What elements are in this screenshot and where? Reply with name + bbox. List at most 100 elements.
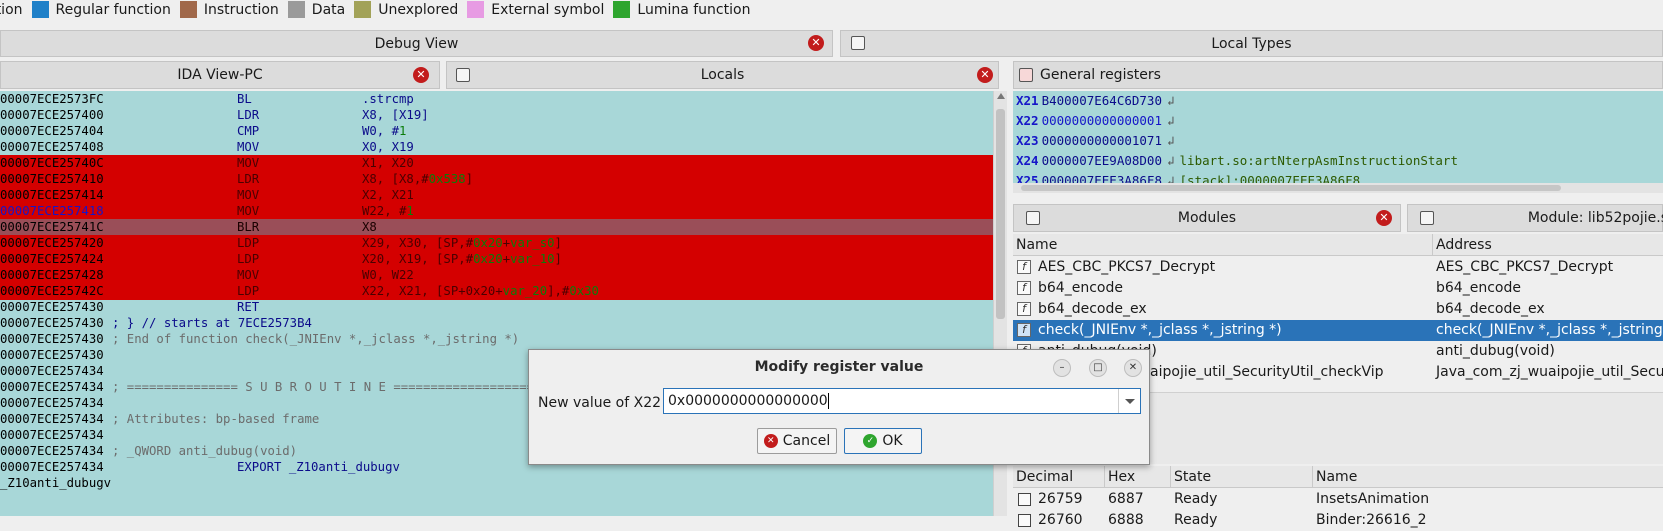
- disasm-line[interactable]: 00007ECE257430 ; } // starts at 7ECE2573B…: [0, 315, 993, 332]
- register-value[interactable]: B400007E64C6D730: [1042, 93, 1162, 108]
- register-value-input[interactable]: 0x0000000000000000: [663, 388, 1141, 414]
- scroll-thumb[interactable]: [996, 109, 1005, 319]
- column-name[interactable]: Name: [1013, 234, 1433, 256]
- instruction-address: 00007ECE25740C: [0, 156, 104, 170]
- jump-arrow-icon[interactable]: ↲: [1167, 93, 1175, 108]
- disasm-line[interactable]: 00007ECE257430 ; End of function check(_J…: [0, 331, 993, 348]
- instruction-address: 00007ECE25742C: [0, 284, 104, 298]
- instruction-mnemonic: LDP: [237, 284, 260, 298]
- disasm-line[interactable]: 00007ECE257408 MOV X0, X19: [0, 139, 993, 156]
- disasm-line[interactable]: _Z10anti_dubugv: [0, 475, 993, 492]
- instruction-address: 00007ECE257434: [0, 460, 104, 474]
- legend-label: Unexplored: [378, 1, 459, 18]
- disasm-line[interactable]: 00007ECE25741C BLR X8: [0, 219, 993, 236]
- function-row[interactable]: f b64_encode b64_encode: [1013, 278, 1663, 299]
- scroll-up-icon[interactable]: [997, 93, 1005, 99]
- instruction-address: 00007ECE25741C: [0, 220, 104, 234]
- thread-row[interactable]: 26759 6887 Ready InsetsAnimation: [1013, 489, 1663, 510]
- modules-table-header: Name Address: [1013, 234, 1663, 256]
- column-decimal[interactable]: Decimal: [1013, 466, 1105, 488]
- cancel-button[interactable]: ✕ Cancel: [757, 428, 837, 454]
- legend-label: Instruction: [203, 1, 279, 18]
- instruction-address: 00007ECE257418: [0, 204, 104, 218]
- instruction-mnemonic: MOV: [237, 268, 260, 282]
- function-row[interactable]: f b64_decode_ex b64_decode_ex: [1013, 299, 1663, 320]
- disasm-line[interactable]: 00007ECE2573FC BL .strcmp: [0, 91, 993, 108]
- instruction-address: 00007ECE257434: [0, 412, 104, 426]
- ok-button[interactable]: ✓ OK: [844, 428, 922, 454]
- maximize-icon[interactable]: □: [1089, 359, 1107, 377]
- tab-local-types[interactable]: Local Types: [840, 30, 1663, 57]
- thread-row[interactable]: 26760 6888 Ready Binder:26616_2: [1013, 510, 1663, 531]
- legend-item: Regular function: [31, 1, 171, 18]
- disasm-line[interactable]: 00007ECE25740C MOV X1, X20: [0, 155, 993, 172]
- thread-icon: [1018, 493, 1031, 506]
- register-row[interactable]: X23 0000000000001071 ↲: [1013, 131, 1663, 151]
- register-row[interactable]: X21 B400007E64C6D730 ↲: [1013, 91, 1663, 111]
- disasm-line[interactable]: 00007ECE257428 MOV W0, W22: [0, 267, 993, 284]
- chevron-down-icon[interactable]: [1118, 389, 1140, 413]
- register-value[interactable]: 0000007EE9A08D00: [1042, 153, 1162, 168]
- tab-modules-label: Modules: [1177, 210, 1237, 226]
- registers-panel[interactable]: X21 B400007E64C6D730 ↲ X22 0000000000000001 ↲…: [1013, 91, 1663, 193]
- instruction-address: 00007ECE257430: [0, 348, 104, 362]
- disasm-line[interactable]: 00007ECE257404 CMP W0, #1: [0, 123, 993, 140]
- function-icon: f: [1017, 302, 1031, 316]
- instruction-mnemonic: LDP: [237, 236, 260, 250]
- instruction-address: 00007ECE257408: [0, 140, 104, 154]
- close-icon[interactable]: ✕: [1376, 210, 1392, 226]
- register-row[interactable]: X24 0000007EE9A08D00 ↲ libart.so:artNterpAs…: [1013, 151, 1663, 171]
- column-thread-name[interactable]: Name: [1313, 466, 1663, 488]
- register-value[interactable]: 0000000000001071: [1042, 133, 1162, 148]
- function-icon: f: [1017, 323, 1031, 337]
- disasm-line[interactable]: 00007ECE257420 LDP X29, X30, [SP,#0x20+var…: [0, 235, 993, 252]
- instruction-operands: X20, X19, [SP,#0x20+var_10]: [362, 252, 562, 266]
- close-icon[interactable]: ✕: [413, 67, 429, 83]
- column-state[interactable]: State: [1171, 466, 1313, 488]
- column-address[interactable]: Address: [1433, 234, 1663, 256]
- registers-hscrollbar[interactable]: [1013, 183, 1663, 193]
- function-row[interactable]: f check(_JNIEnv *,_jclass *,_jstring *) ch…: [1013, 320, 1663, 341]
- disasm-line[interactable]: 00007ECE257400 LDR X8, [X19]: [0, 107, 993, 124]
- instruction-mnemonic: CMP: [237, 124, 260, 138]
- tab-ida-view-pc[interactable]: IDA View-PC ✕: [0, 61, 440, 89]
- legend-swatch: [467, 1, 485, 18]
- close-icon[interactable]: ✕: [977, 67, 993, 83]
- function-row[interactable]: f AES_CBC_PKCS7_Decrypt AES_CBC_PKCS7_Decr…: [1013, 257, 1663, 278]
- tab-debug-view[interactable]: Debug View ✕: [0, 30, 833, 57]
- tab-modules[interactable]: Modules ✕: [1013, 204, 1401, 232]
- instruction-mnemonic: RET: [237, 300, 260, 314]
- close-icon[interactable]: ✕: [808, 35, 824, 51]
- legend-label: Data: [311, 1, 346, 18]
- function-icon: f: [1017, 260, 1031, 274]
- table-icon: [456, 68, 470, 82]
- tab-locals[interactable]: Locals ✕: [446, 61, 999, 89]
- function-address: b64_encode: [1436, 280, 1521, 296]
- instruction-address: 00007ECE257400: [0, 108, 104, 122]
- disasm-line[interactable]: 00007ECE25742C LDP X22, X21, [SP+0x20+var_…: [0, 283, 993, 300]
- disasm-comment: ; _QWORD anti_dubug(void): [112, 444, 298, 458]
- tab-module-detail[interactable]: Module: lib52pojie.s: [1407, 204, 1663, 232]
- register-row[interactable]: X22 0000000000000001 ↲: [1013, 111, 1663, 131]
- disasm-line[interactable]: 00007ECE257430 RET: [0, 299, 993, 316]
- instruction-mnemonic: BLR: [237, 220, 260, 234]
- function-name: check(_JNIEnv *,_jclass *,_jstring *): [1038, 322, 1282, 338]
- register-value[interactable]: 0000000000000001: [1042, 113, 1162, 128]
- jump-arrow-icon[interactable]: ↲: [1167, 153, 1175, 168]
- jump-arrow-icon[interactable]: ↲: [1167, 133, 1175, 148]
- thread-state: Ready: [1174, 512, 1218, 528]
- function-name: b64_encode: [1038, 280, 1123, 296]
- instruction-mnemonic: MOV: [237, 204, 260, 218]
- minimize-icon[interactable]: –: [1053, 359, 1071, 377]
- disasm-line[interactable]: 00007ECE257418 MOV W22, #1: [0, 203, 993, 220]
- jump-arrow-icon[interactable]: ↲: [1167, 113, 1175, 128]
- legend-item: Unexplored: [354, 1, 458, 18]
- close-icon[interactable]: ✕: [1124, 359, 1142, 377]
- column-hex[interactable]: Hex: [1105, 466, 1171, 488]
- disasm-line[interactable]: 00007ECE257414 MOV X2, X21: [0, 187, 993, 204]
- instruction-address: 00007ECE257404: [0, 124, 104, 138]
- register-name: X22: [1016, 113, 1039, 128]
- tab-general-registers[interactable]: General registers: [1013, 61, 1663, 89]
- disasm-line[interactable]: 00007ECE257410 LDR X8, [X8,#0x538]: [0, 171, 993, 188]
- disasm-line[interactable]: 00007ECE257424 LDP X20, X19, [SP,#0x20+var…: [0, 251, 993, 268]
